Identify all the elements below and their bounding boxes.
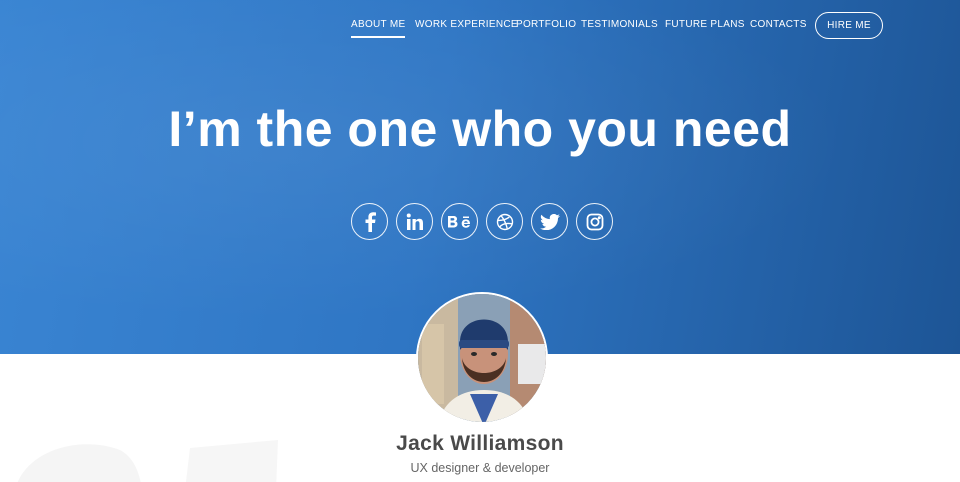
nav-item-future-plans[interactable]: FUTURE PLANS <box>665 19 745 30</box>
nav-item-portfolio[interactable]: PORTFOLIO <box>516 19 576 30</box>
linkedin-icon[interactable] <box>396 203 433 240</box>
social-links <box>351 203 613 240</box>
nav-item-contacts[interactable]: CONTACTS <box>750 19 807 30</box>
twitter-icon[interactable] <box>531 203 568 240</box>
hero-headline: I’m the one who you need <box>168 101 792 157</box>
profile-photo <box>418 294 546 422</box>
nav-item-about-me[interactable]: ABOUT ME <box>351 19 406 38</box>
profile-role: UX designer & developer <box>410 461 550 475</box>
profile-avatar <box>416 292 548 424</box>
main-nav: ABOUT ME WORK EXPERIENCE PORTFOLIO TESTI… <box>0 11 960 41</box>
facebook-icon[interactable] <box>351 203 388 240</box>
hire-me-button[interactable]: HIRE ME <box>815 12 883 39</box>
nav-item-testimonials[interactable]: TESTIMONIALS <box>581 19 658 30</box>
behance-icon[interactable] <box>441 203 478 240</box>
dribbble-icon[interactable] <box>486 203 523 240</box>
instagram-icon[interactable] <box>576 203 613 240</box>
nav-item-work-experience[interactable]: WORK EXPERIENCE <box>415 19 518 30</box>
profile-name: Jack Williamson <box>396 432 564 455</box>
